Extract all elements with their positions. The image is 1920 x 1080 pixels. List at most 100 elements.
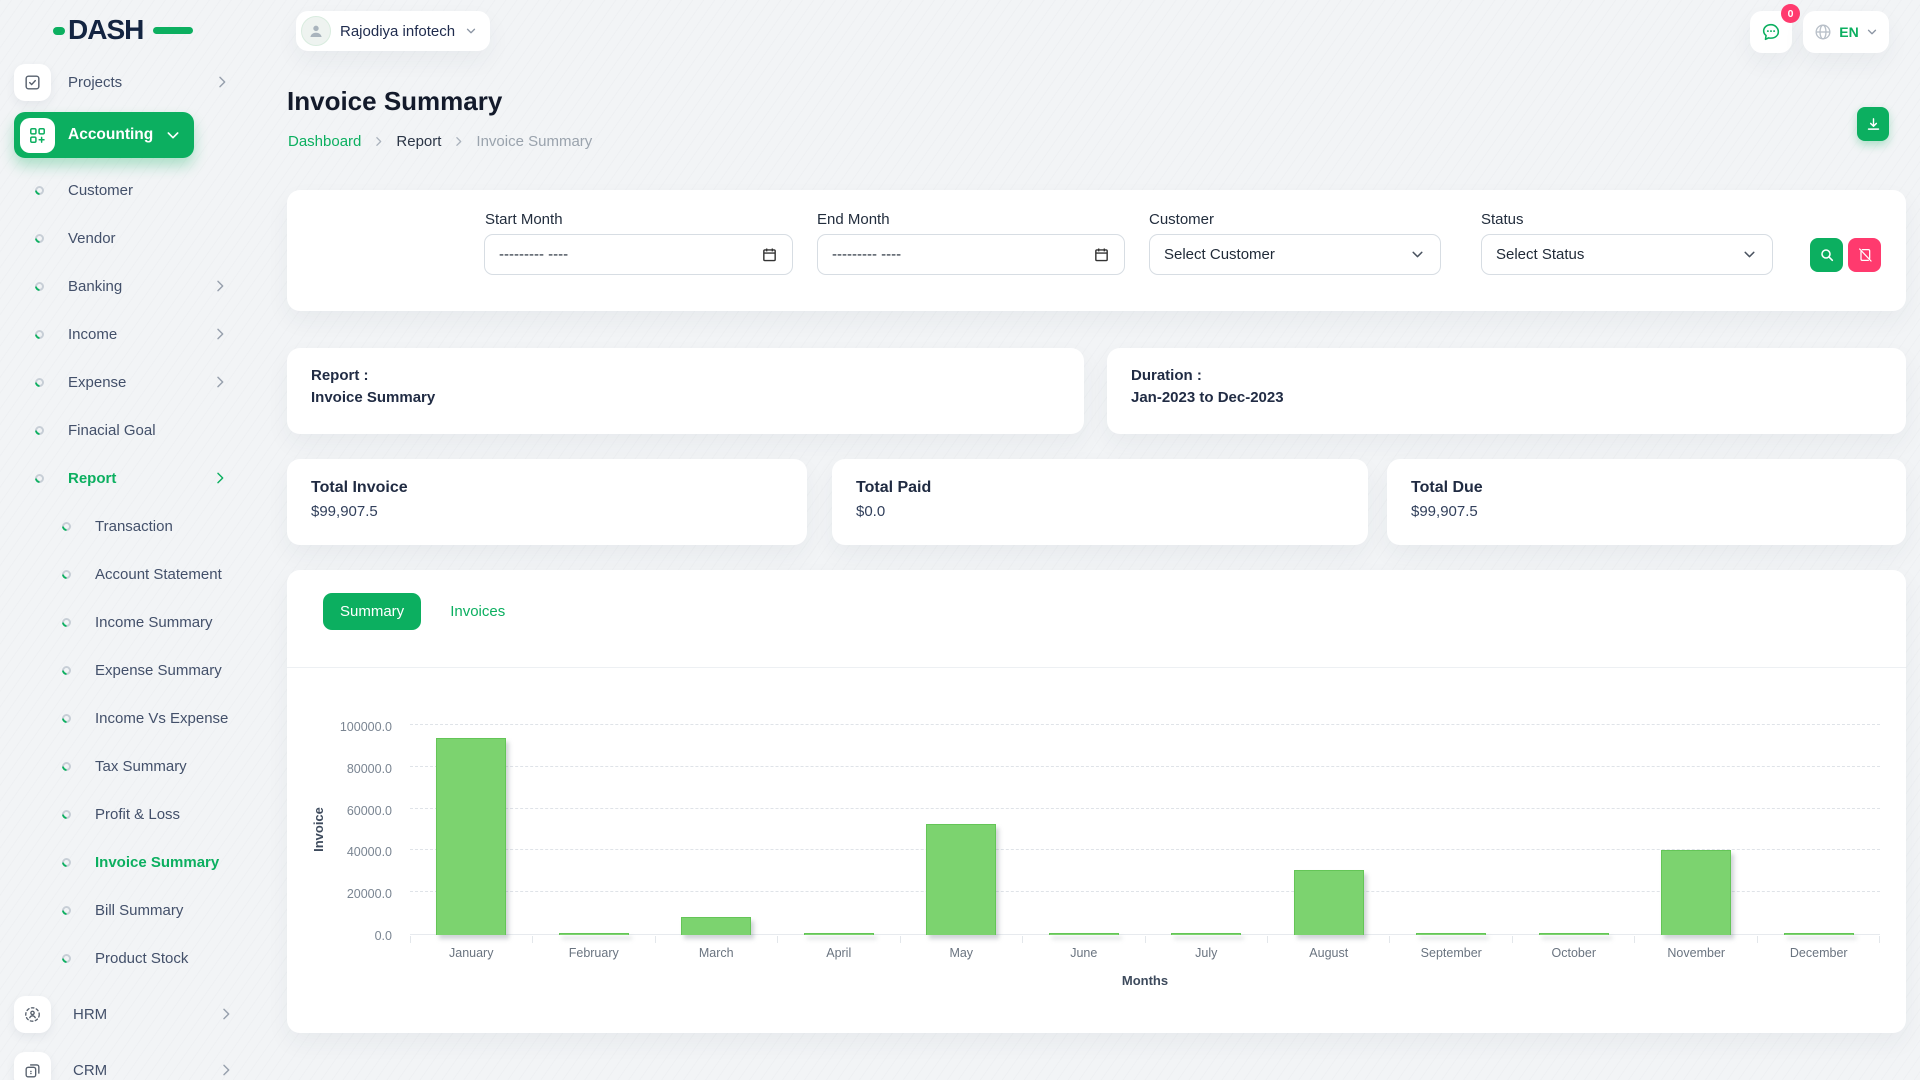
- bullet-icon: [60, 952, 73, 965]
- bar-march[interactable]: [681, 917, 751, 935]
- reset-filter-icon: [1857, 247, 1873, 263]
- sidebar-item-banking[interactable]: Banking: [0, 262, 258, 310]
- status-select[interactable]: Select Status: [1481, 234, 1773, 275]
- x-tick: [1022, 936, 1144, 943]
- sidebar-item-hrm[interactable]: HRM: [14, 988, 246, 1040]
- chart-x-axis-ticks: [410, 936, 1880, 943]
- brand-logo[interactable]: DASH: [55, 13, 175, 47]
- reset-filter-button[interactable]: [1848, 238, 1881, 272]
- filter-card: Start Month --------- ---- End Month ---…: [287, 190, 1906, 311]
- bar-july[interactable]: [1171, 933, 1241, 935]
- total-due-value: $99,907.5: [1411, 503, 1478, 520]
- sidebar-item-label: Transaction: [95, 518, 173, 535]
- tab-summary[interactable]: Summary: [323, 593, 421, 630]
- x-tick: [900, 936, 1022, 943]
- bar-column-june: [1023, 726, 1146, 935]
- sidebar-item-label: Vendor: [68, 230, 116, 247]
- download-button[interactable]: [1857, 107, 1889, 141]
- breadcrumb-dashboard[interactable]: Dashboard: [288, 133, 361, 150]
- x-tick: [1267, 936, 1389, 943]
- bar-may[interactable]: [926, 824, 996, 935]
- tab-invoices[interactable]: Invoices: [450, 603, 505, 620]
- sidebar-item-income-vs-expense[interactable]: Income Vs Expense: [0, 694, 258, 742]
- sidebar-item-profit-loss[interactable]: Profit & Loss: [0, 790, 258, 838]
- bullet-icon: [60, 904, 73, 917]
- x-tick-label: August: [1268, 946, 1391, 960]
- customer-label: Customer: [1149, 211, 1214, 228]
- bar-column-december: [1758, 726, 1881, 935]
- chevron-right-icon: [212, 374, 228, 390]
- chevron-right-icon: [212, 278, 228, 294]
- sidebar-item-vendor[interactable]: Vendor: [0, 214, 258, 262]
- bar-august[interactable]: [1294, 870, 1364, 935]
- start-month-input[interactable]: --------- ----: [484, 234, 793, 275]
- bar-october[interactable]: [1539, 933, 1609, 935]
- x-tick-label: July: [1145, 946, 1268, 960]
- sidebar-item-bill-summary[interactable]: Bill Summary: [0, 886, 258, 934]
- x-tick: [777, 936, 899, 943]
- sidebar-item-income-summary[interactable]: Income Summary: [0, 598, 258, 646]
- sidebar-item-product-stock[interactable]: Product Stock: [0, 934, 258, 982]
- chat-bubble-icon: [1760, 21, 1782, 43]
- sidebar-item-expense-summary[interactable]: Expense Summary: [0, 646, 258, 694]
- bar-january[interactable]: [436, 738, 506, 935]
- bar-column-february: [533, 726, 656, 935]
- end-month-input[interactable]: --------- ----: [817, 234, 1125, 275]
- sidebar-item-invoice-summary[interactable]: Invoice Summary: [0, 838, 258, 886]
- chevron-right-icon: [218, 1006, 234, 1022]
- apply-filter-button[interactable]: [1810, 238, 1843, 272]
- sidebar-item-customer[interactable]: Customer: [0, 166, 258, 214]
- bullet-icon: [33, 184, 46, 197]
- sidebar-item-label: Finacial Goal: [68, 422, 156, 439]
- calendar-icon: [761, 246, 778, 263]
- total-due-card: Total Due $99,907.5: [1387, 459, 1906, 545]
- chevron-down-icon: [1741, 246, 1758, 263]
- sidebar-item-label: Income: [68, 326, 117, 343]
- messages-button[interactable]: 0: [1750, 11, 1792, 53]
- sidebar-item-account-statement[interactable]: Account Statement: [0, 550, 258, 598]
- chevron-right-icon: [212, 470, 228, 486]
- duration-label: Duration :: [1131, 367, 1202, 384]
- sidebar-item-transaction[interactable]: Transaction: [0, 502, 258, 550]
- download-icon: [1865, 116, 1882, 133]
- bar-november[interactable]: [1661, 850, 1731, 935]
- sidebar-item-report[interactable]: Report: [0, 454, 258, 502]
- sidebar-item-label: Customer: [68, 182, 133, 199]
- bar-december[interactable]: [1784, 933, 1854, 935]
- bullet-icon: [60, 856, 73, 869]
- tabs: Summary Invoices: [323, 593, 505, 630]
- bar-april[interactable]: [804, 933, 874, 935]
- x-tick: [1389, 936, 1511, 943]
- topbar: DASH Rajodiya infotech 0 EN: [0, 0, 1920, 60]
- sidebar-item-projects[interactable]: Projects: [14, 62, 246, 102]
- total-paid-label: Total Paid: [856, 479, 931, 497]
- x-tick-label: October: [1513, 946, 1636, 960]
- sidebar-item-income[interactable]: Income: [0, 310, 258, 358]
- crm-icon: [14, 1052, 51, 1080]
- brand-name: DASH: [55, 14, 143, 46]
- bar-september[interactable]: [1416, 933, 1486, 935]
- bar-february[interactable]: [559, 933, 629, 935]
- hrm-icon: [14, 996, 51, 1033]
- y-tick-label: 20000.0: [287, 887, 392, 901]
- x-tick: [532, 936, 654, 943]
- sidebar-item-label: Profit & Loss: [95, 806, 180, 823]
- sidebar-item-label: Invoice Summary: [95, 854, 219, 871]
- status-label: Status: [1481, 211, 1524, 228]
- total-invoice-label: Total Invoice: [311, 479, 408, 497]
- sidebar-item-label: Product Stock: [95, 950, 188, 967]
- customer-select[interactable]: Select Customer: [1149, 234, 1441, 275]
- language-selector[interactable]: EN: [1803, 11, 1889, 53]
- summary-card: Summary Invoices Invoice 0.020000.040000…: [287, 570, 1906, 1033]
- y-tick-label: 0.0: [287, 929, 392, 943]
- bar-column-april: [778, 726, 901, 935]
- sidebar-item-finacial-goal[interactable]: Finacial Goal: [0, 406, 258, 454]
- gridline: [410, 724, 1880, 725]
- bar-june[interactable]: [1049, 933, 1119, 935]
- sidebar-group-accounting[interactable]: Accounting: [14, 112, 194, 158]
- sidebar-item-tax-summary[interactable]: Tax Summary: [0, 742, 258, 790]
- workspace-switcher[interactable]: Rajodiya infotech: [296, 11, 490, 51]
- sidebar-item-crm[interactable]: CRM: [14, 1044, 246, 1080]
- breadcrumb-report[interactable]: Report: [396, 133, 441, 150]
- sidebar-item-expense[interactable]: Expense: [0, 358, 258, 406]
